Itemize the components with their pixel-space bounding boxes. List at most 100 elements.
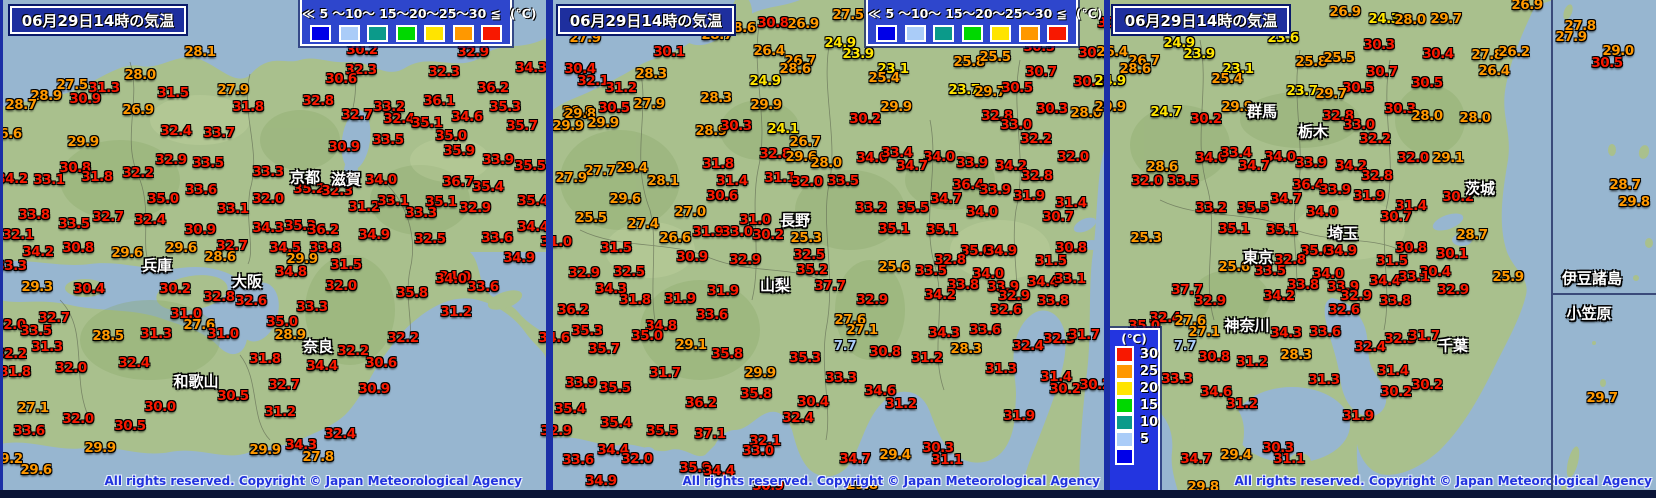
temp-label: 33.6 — [467, 279, 499, 295]
prefecture-label: 伊豆諸島 — [1561, 269, 1623, 288]
legend-square — [1115, 431, 1134, 448]
temp-label: 30.8 — [869, 344, 901, 360]
temp-label: 32.5 — [793, 247, 825, 263]
temp-label: 34.9 — [985, 243, 1017, 259]
legend-scale-text: ≪ 5 ～10～ 15～20～25～30 ≦ (℃) — [302, 6, 537, 21]
temp-label: 30.5 — [1411, 75, 1443, 91]
temp-label: 35.4 — [554, 401, 586, 417]
copyright-text: All rights reserved. Copyright © Japan M… — [1234, 474, 1652, 488]
temp-label: 26.2 — [1498, 44, 1530, 60]
legend-value: 25 — [1140, 364, 1159, 379]
temp-label: 35.9 — [443, 143, 475, 159]
temp-label: 30.9 — [184, 222, 216, 238]
temp-label: 33.6 — [185, 182, 217, 198]
legend-value: 10 — [1140, 415, 1159, 430]
temp-label: 30.8 — [62, 240, 94, 256]
temp-label: 30.5 — [1591, 55, 1623, 71]
temp-label: 35.1 — [878, 221, 910, 237]
temp-label: 31.0 — [207, 326, 239, 342]
temp-label: 30.2 — [752, 227, 784, 243]
legend-square — [1115, 414, 1134, 431]
temp-label: 33.6 — [696, 307, 728, 323]
panel2-title: 06月29日14時の気温 — [558, 6, 734, 34]
temp-label: 33.1 — [33, 172, 65, 188]
legend-unit: (℃) — [1121, 332, 1147, 346]
temp-label: 33.9 — [482, 152, 514, 168]
temp-label: 33.3 — [825, 370, 857, 386]
temp-label: 33.5 — [20, 323, 52, 339]
temp-label: 26.9 — [787, 16, 819, 32]
temp-label: 27.5 — [832, 7, 864, 23]
temp-label: 29.9 — [744, 365, 776, 381]
temp-label: 28.3 — [1280, 347, 1312, 363]
temp-label: 35.8 — [396, 285, 428, 301]
temp-label: 32.4 — [1012, 338, 1044, 354]
temp-label: 32.0 — [62, 411, 94, 427]
temp-label: 32.9 — [729, 252, 761, 268]
temp-label: 24.9 — [1094, 73, 1126, 89]
temp-label: 33.6 — [969, 322, 1001, 338]
temp-label: 35.0 — [631, 328, 663, 344]
temp-label: 29.9 — [84, 440, 116, 456]
temp-label: 31.2 — [264, 404, 296, 420]
temp-label: 32.6 — [235, 293, 267, 309]
temp-label: 31.5 — [157, 85, 189, 101]
temp-label: 30.2 — [1049, 381, 1081, 397]
panel3-legend: (℃) 30 25 20 15 10 5 — [1108, 328, 1160, 492]
temp-label: 33.1 — [1398, 269, 1430, 285]
temp-label: 30.0 — [144, 399, 176, 415]
temp-label: 28.9 — [274, 327, 306, 343]
temp-label: 32.4 — [324, 426, 356, 442]
temp-label: 34.0 — [923, 149, 955, 165]
temp-label: 33.3 — [252, 164, 284, 180]
temp-label: 27.9 — [1555, 29, 1587, 45]
legend-square — [933, 25, 954, 42]
temp-label: 28.7 — [1456, 227, 1488, 243]
temp-label: 32.0 — [791, 174, 823, 190]
temp-label: 31.2 — [1226, 396, 1258, 412]
temp-label: 31.2 — [885, 396, 917, 412]
temp-label: 33.7 — [203, 125, 235, 141]
temp-label: 34.4 — [1369, 273, 1401, 289]
legend-square — [1047, 25, 1068, 42]
prefecture-label: 山梨 — [759, 276, 791, 295]
temp-label: 29.2 — [0, 451, 23, 467]
temp-label: 29.1 — [675, 337, 707, 353]
temp-label: 32.4 — [1354, 339, 1386, 355]
temp-label: 32.9 — [1437, 282, 1469, 298]
temp-label: 26.6 — [659, 230, 691, 246]
legend-square — [452, 25, 474, 42]
temp-label: 32.2 — [387, 330, 419, 346]
temp-label: 31.5 — [330, 257, 362, 273]
temp-label: 30.4 — [797, 394, 829, 410]
prefecture-label: 和歌山 — [173, 372, 219, 391]
temp-label: 32.8 — [302, 93, 334, 109]
temp-label: 30.7 — [1042, 209, 1074, 225]
temp-label: 32.2 — [1020, 131, 1052, 147]
temp-label: 25.5 — [1323, 50, 1355, 66]
temp-label: 34.2 — [924, 287, 956, 303]
prefecture-label: 神奈川 — [1224, 316, 1270, 335]
temp-label: 30.4 — [1422, 46, 1454, 62]
temp-label: 36.2 — [685, 395, 717, 411]
temp-label: 34.0 — [1306, 204, 1338, 220]
temp-label: 33.3 — [0, 258, 27, 274]
legend-square — [1115, 346, 1134, 363]
temp-label: 28.6 — [204, 249, 236, 265]
temp-label: 33.3 — [1161, 371, 1193, 387]
temp-label: 31.4 — [1377, 363, 1409, 379]
temp-label: 32.0 — [325, 278, 357, 294]
temp-label: 34.2 — [0, 171, 28, 187]
temp-label: 27.7 — [584, 163, 616, 179]
temp-label: 31.9 — [692, 224, 724, 240]
legend-color-squares — [868, 22, 1076, 42]
legend-square — [367, 25, 388, 42]
temp-label: 34.7 — [930, 191, 962, 207]
panel2-legend: ≪ 5 ～10～ 15～20～25～30 ≦ (℃) — [866, 0, 1102, 46]
temp-label: 33.2 — [1195, 200, 1227, 216]
temp-label: 32.4 — [782, 410, 814, 426]
temp-label: 33.5 — [827, 173, 859, 189]
prefecture-label: 東京 — [1242, 248, 1274, 267]
temp-label: 33.8 — [1037, 293, 1069, 309]
temp-label: 29.7 — [1586, 390, 1618, 406]
